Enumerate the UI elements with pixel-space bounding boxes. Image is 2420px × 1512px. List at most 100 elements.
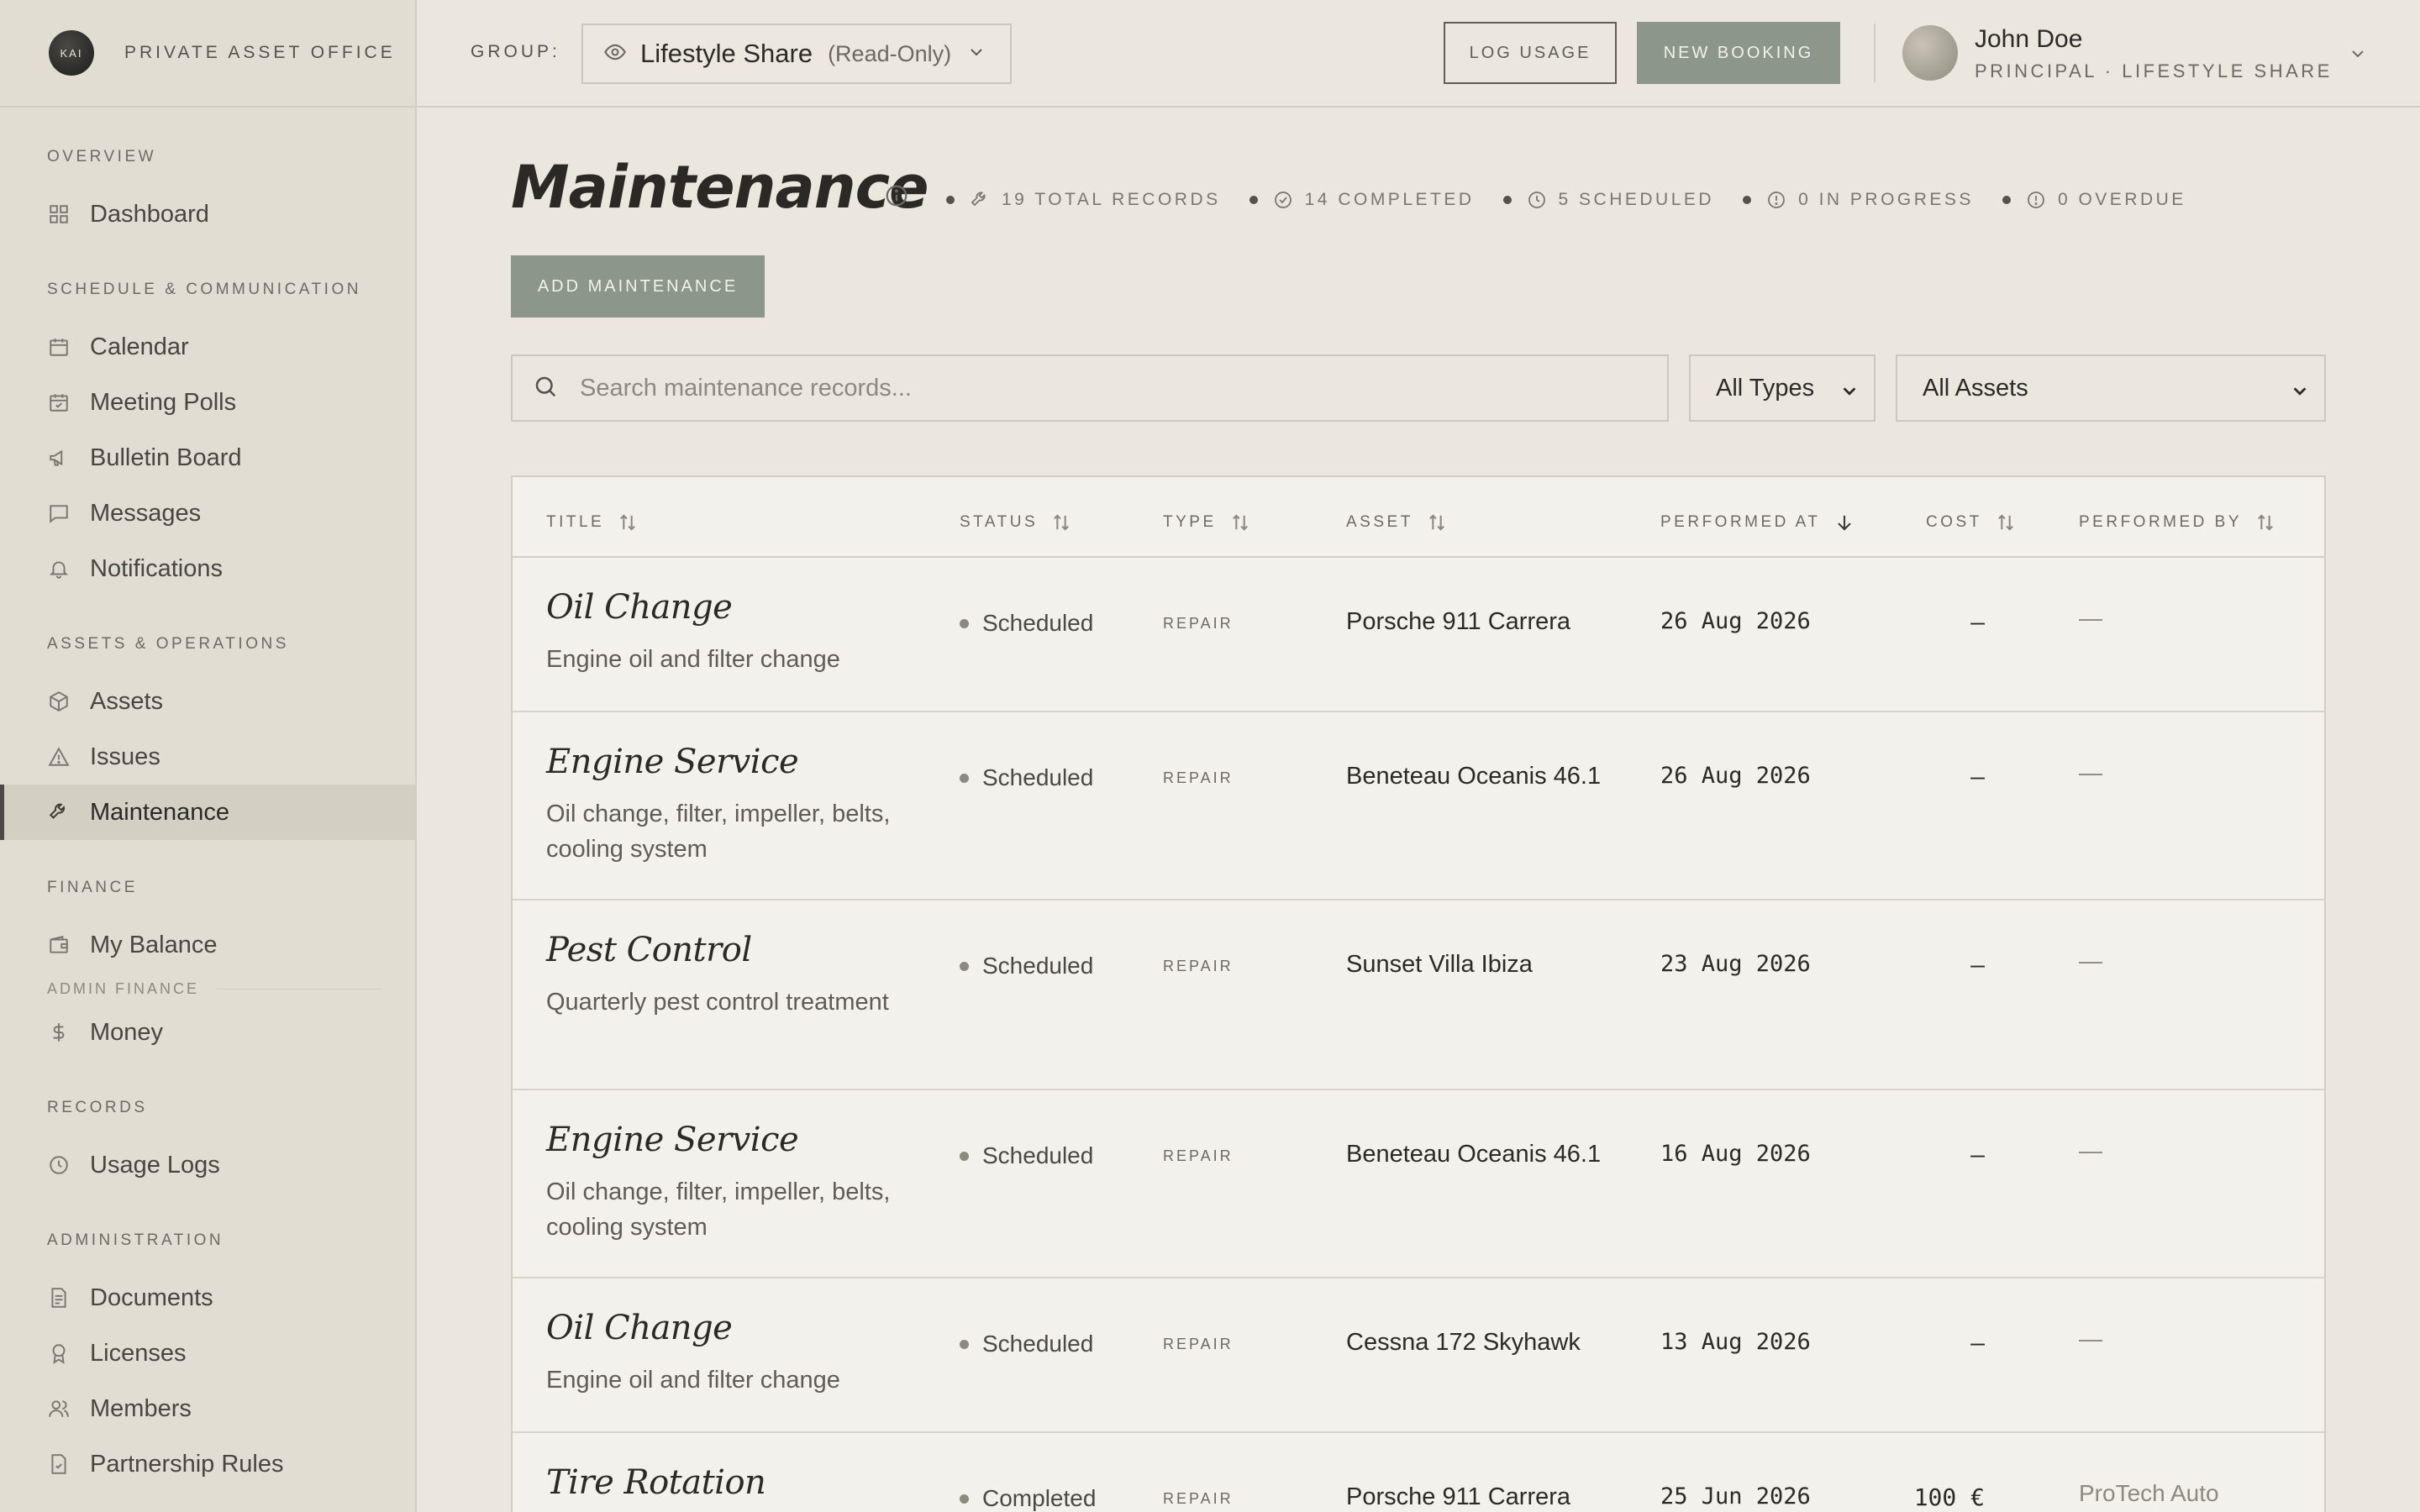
sidebar-nav: OVERVIEW Dashboard SCHEDULE & COMMUNICAT… <box>0 108 415 1492</box>
row-type: REPAIR <box>1163 958 1234 974</box>
row-description: Oil change, filter, impeller, belts, coo… <box>546 1179 891 1241</box>
row-date: 23 Aug 2026 <box>1660 951 1811 977</box>
avatar[interactable] <box>1902 25 1958 81</box>
sort-icon <box>1425 511 1449 534</box>
stat-total-records: 19 TOTAL RECORDS <box>946 190 1221 210</box>
sidebar-item-label: Documents <box>90 1284 213 1311</box>
nav-section-overview: OVERVIEW <box>47 148 157 165</box>
column-header-cost[interactable]: COST <box>1926 511 2018 534</box>
sidebar-item-members[interactable]: Members <box>0 1381 415 1436</box>
stat-in-progress: 0 IN PROGRESS <box>1743 190 1974 210</box>
row-description: Engine oil and filter change <box>546 1367 840 1394</box>
type-filter-value: All Types <box>1716 374 1815 402</box>
add-maintenance-button[interactable]: ADD MAINTENANCE <box>511 255 765 318</box>
table-header: TITLE STATUS TYPE ASSET PERFORMED AT COS… <box>513 477 2324 558</box>
search-input[interactable] <box>580 374 1588 402</box>
alert-circle-icon <box>1766 190 1786 210</box>
sidebar-item-label: Members <box>90 1394 192 1422</box>
sidebar-item-calendar[interactable]: Calendar <box>0 319 415 375</box>
wrench-icon <box>970 190 990 210</box>
table-row[interactable]: Pest Control Quarterly pest control treat… <box>513 900 2324 1090</box>
column-header-type[interactable]: TYPE <box>1163 511 1252 534</box>
stat-label: 5 SCHEDULED <box>1558 190 1715 209</box>
status-badge: Scheduled <box>960 1331 1093 1357</box>
column-header-performed-by[interactable]: PERFORMED BY <box>2079 511 2277 534</box>
user-name[interactable]: John Doe <box>1975 25 2082 54</box>
column-header-performed-at[interactable]: PERFORMED AT <box>1660 511 1856 534</box>
sidebar-item-documents[interactable]: Documents <box>0 1270 415 1326</box>
status-badge: Scheduled <box>960 953 1093 979</box>
page-title: Maintenance <box>511 153 929 222</box>
table-row[interactable]: Tire Rotation Completed REPAIR Porsche 9… <box>513 1433 2324 1512</box>
row-cost: — <box>1970 1141 1985 1168</box>
sidebar-item-label: Bulletin Board <box>90 444 242 471</box>
row-performed-by: — <box>2079 1326 2102 1352</box>
nav-section-administration: ADMINISTRATION <box>47 1231 224 1249</box>
row-description: Oil change, filter, impeller, belts, coo… <box>546 801 891 863</box>
sidebar-item-maintenance[interactable]: Maintenance <box>0 785 415 840</box>
megaphone-icon <box>47 446 71 470</box>
brand-name: PRIVATE ASSET OFFICE <box>124 43 396 62</box>
row-date: 26 Aug 2026 <box>1660 608 1811 634</box>
alert-circle-icon <box>2026 190 2046 210</box>
sidebar-item-partnership-rules[interactable]: Partnership Rules <box>0 1436 415 1492</box>
sidebar-item-issues[interactable]: Issues <box>0 729 415 785</box>
sidebar-item-money[interactable]: Money <box>0 1005 415 1060</box>
calendar-icon <box>47 335 71 359</box>
new-booking-button[interactable]: NEW BOOKING <box>1637 22 1840 84</box>
sidebar-item-assets[interactable]: Assets <box>0 674 415 729</box>
group-name: Lifestyle Share <box>640 39 813 68</box>
chevron-down-icon[interactable] <box>2348 44 2368 68</box>
sidebar-item-label: Messages <box>90 499 202 527</box>
group-selector[interactable]: Lifestyle Share (Read-Only) <box>581 24 1012 84</box>
sidebar-item-meeting-polls[interactable]: Meeting Polls <box>0 375 415 430</box>
check-circle-icon <box>1273 190 1293 210</box>
column-header-status[interactable]: STATUS <box>960 511 1073 534</box>
sidebar-item-label: Assets <box>90 687 164 715</box>
row-type: REPAIR <box>1163 769 1234 786</box>
row-title: Engine Service <box>546 743 799 781</box>
column-header-asset[interactable]: ASSET <box>1346 511 1449 534</box>
row-description: Engine oil and filter change <box>546 646 840 673</box>
brand-logo[interactable]: KAI <box>49 30 94 76</box>
sidebar-item-bulletin-board[interactable]: Bulletin Board <box>0 430 415 486</box>
row-cost: — <box>1970 1329 1985 1357</box>
group-label: GROUP: <box>471 42 560 61</box>
table-row[interactable]: Engine Service Oil change, filter, impell… <box>513 1090 2324 1278</box>
sidebar-item-usage-logs[interactable]: Usage Logs <box>0 1137 415 1193</box>
sidebar-item-messages[interactable]: Messages <box>0 486 415 541</box>
table-row[interactable]: Engine Service Oil change, filter, impell… <box>513 712 2324 900</box>
stat-completed: 14 COMPLETED <box>1249 190 1475 210</box>
table-row[interactable]: Oil Change Engine oil and filter change S… <box>513 1278 2324 1433</box>
sidebar-item-label: Notifications <box>90 554 223 582</box>
search-icon <box>533 374 558 403</box>
sort-descending-icon <box>1833 511 1856 534</box>
sidebar-item-my-balance[interactable]: My Balance <box>0 917 415 973</box>
eye-icon <box>603 40 627 68</box>
column-header-title[interactable]: TITLE <box>546 511 639 534</box>
message-icon <box>47 501 71 525</box>
asset-filter-select[interactable]: All Assets <box>1896 354 2326 422</box>
document-icon <box>47 1286 71 1310</box>
row-cost: 100 € <box>1913 1483 1985 1511</box>
wallet-icon <box>47 933 71 957</box>
maintenance-table: TITLE STATUS TYPE ASSET PERFORMED AT COS… <box>511 475 2326 1512</box>
type-filter-select[interactable]: All Types <box>1689 354 1876 422</box>
sidebar-item-dashboard[interactable]: Dashboard <box>0 186 415 242</box>
row-type: REPAIR <box>1163 1147 1234 1164</box>
sidebar-item-label: Meeting Polls <box>90 388 237 416</box>
chevron-down-icon <box>1840 380 1859 407</box>
row-cost: — <box>1970 951 1985 979</box>
info-icon[interactable] <box>884 183 909 213</box>
row-asset: Sunset Villa Ibiza <box>1346 951 1533 978</box>
sidebar-item-licenses[interactable]: Licenses <box>0 1326 415 1381</box>
main-content: Maintenance 19 TOTAL RECORDS 14 COMPLETE… <box>417 109 2420 1512</box>
row-asset: Porsche 911 Carrera <box>1346 608 1571 635</box>
sidebar-item-notifications[interactable]: Notifications <box>0 541 415 596</box>
nav-section-assets: ASSETS & OPERATIONS <box>47 635 289 653</box>
group-mode: (Read-Only) <box>828 40 952 66</box>
log-usage-button[interactable]: LOG USAGE <box>1444 22 1617 84</box>
table-row[interactable]: Oil Change Engine oil and filter change S… <box>513 558 2324 712</box>
stat-label: 14 COMPLETED <box>1304 190 1475 209</box>
asset-filter-value: All Assets <box>1923 374 2028 402</box>
